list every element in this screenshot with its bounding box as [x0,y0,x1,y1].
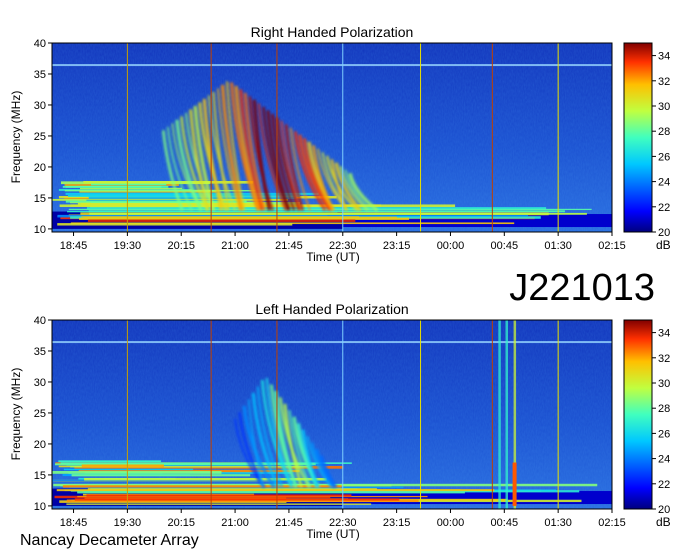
x-tick-label: 02:15 [598,517,626,529]
colorbar-tick-label: 30 [658,101,670,113]
colorbar-tick-label: 32 [658,76,670,88]
colorbar-tick-label: 28 [658,403,670,415]
band-streak [79,217,410,220]
band-streak [57,223,293,226]
band-streak [77,491,465,494]
x-tick-label: 18:45 [60,240,88,252]
y-tick-label: 15 [34,470,46,482]
panel-title: Left Handed Polarization [255,301,408,317]
colorbar-tick-label: 24 [658,454,670,466]
colorbar-tick-label: 26 [658,428,670,440]
colorbar-gradient [623,42,653,233]
x-tick-label: 18:45 [60,517,88,529]
x-tick-label: 21:00 [221,517,249,529]
colorbar-gradient [623,319,653,510]
colorbar-tick-label: 28 [658,126,670,138]
x-tick-label: 19:30 [114,517,142,529]
x-tick-label: 23:15 [383,240,411,252]
interference-streak [498,320,501,509]
x-tick-label: 21:45 [275,517,303,529]
colorbar: 2022242628303234dB [623,42,671,252]
band-streak [74,498,400,501]
y-tick-label: 35 [34,69,46,81]
x-tick-label: 00:45 [491,240,519,252]
band-streak [62,185,169,188]
x-tick-label: 01:30 [544,240,572,252]
colorbar-unit: dB [656,238,671,252]
colorbar-tick-label: 34 [658,328,670,340]
colorbar-tick-label: 32 [658,353,670,365]
x-tick-label: 20:15 [167,517,195,529]
interference-line [52,64,612,67]
y-axis-label: Frequency (MHz) [9,368,23,461]
y-tick-label: 30 [34,100,46,112]
x-tick-label: 01:30 [544,517,572,529]
observation-id: J221013 [509,267,655,309]
x-tick-label: 19:30 [114,240,142,252]
dynamic-spectrum-figure: Right Handed Polarization 10 15 20 25 30 35 40… [9,24,671,549]
band-streak [86,494,352,497]
colorbar-unit: dB [656,515,671,529]
y-tick-label: 15 [34,193,46,205]
band-streak [52,471,222,474]
band-streak [91,183,167,186]
x-tick-label: 21:45 [275,240,303,252]
colorbar: 2022242628303234dB [623,319,671,529]
x-tick-label: 23:15 [383,517,411,529]
y-tick-label: 40 [34,38,46,50]
y-tick-label: 20 [34,162,46,174]
colorbar-tick-label: 22 [658,479,670,491]
band-streak [83,180,254,184]
interference-line [52,341,612,344]
x-tick-label: 00:00 [437,517,465,529]
band-streak [80,187,183,190]
band-streak [67,210,338,213]
band-streak [81,464,164,468]
x-axis-label: Time (UT) [306,250,360,264]
band-streak [71,474,251,477]
band-streak [58,460,161,463]
y-tick-label: 40 [34,315,46,327]
y-tick-label: 35 [34,346,46,358]
interference-streak [505,320,509,509]
band-streak [89,212,587,215]
band-streak [57,214,529,217]
colorbar-tick-label: 24 [658,177,670,189]
left-polarization-panel: Left Handed Polarization 10 15 20 25 30 35 40 1… [9,301,671,541]
band-streak [87,219,356,222]
x-tick-label: 20:15 [167,240,195,252]
colorbar-tick-label: 26 [658,151,670,163]
y-axis-label: Frequency (MHz) [9,91,23,184]
y-tick-label: 30 [34,377,46,389]
x-tick-label: 00:45 [491,517,519,529]
x-tick-label: 02:15 [598,240,626,252]
interference-streak [512,462,517,506]
band-streak [56,489,495,492]
footer-label: Nancay Decameter Array [20,532,199,549]
x-tick-label: 00:00 [437,240,465,252]
colorbar-tick-label: 30 [658,378,670,390]
y-tick-label: 20 [34,439,46,451]
spectrogram-area [52,320,612,509]
x-tick-label: 21:00 [221,240,249,252]
band-streak [66,503,372,505]
y-tick-label: 25 [34,131,46,143]
spectrogram-area [52,43,612,232]
band-streak [63,468,194,471]
right-polarization-panel: Right Handed Polarization 10 15 20 25 30 35 40… [9,24,671,264]
x-axis-label: Time (UT) [306,527,360,541]
y-tick-label: 10 [34,224,46,236]
panel-title: Right Handed Polarization [251,24,414,40]
colorbar-tick-label: 34 [658,51,670,63]
colorbar-tick-label: 22 [658,202,670,214]
y-tick-label: 25 [34,408,46,420]
y-tick-label: 10 [34,501,46,513]
